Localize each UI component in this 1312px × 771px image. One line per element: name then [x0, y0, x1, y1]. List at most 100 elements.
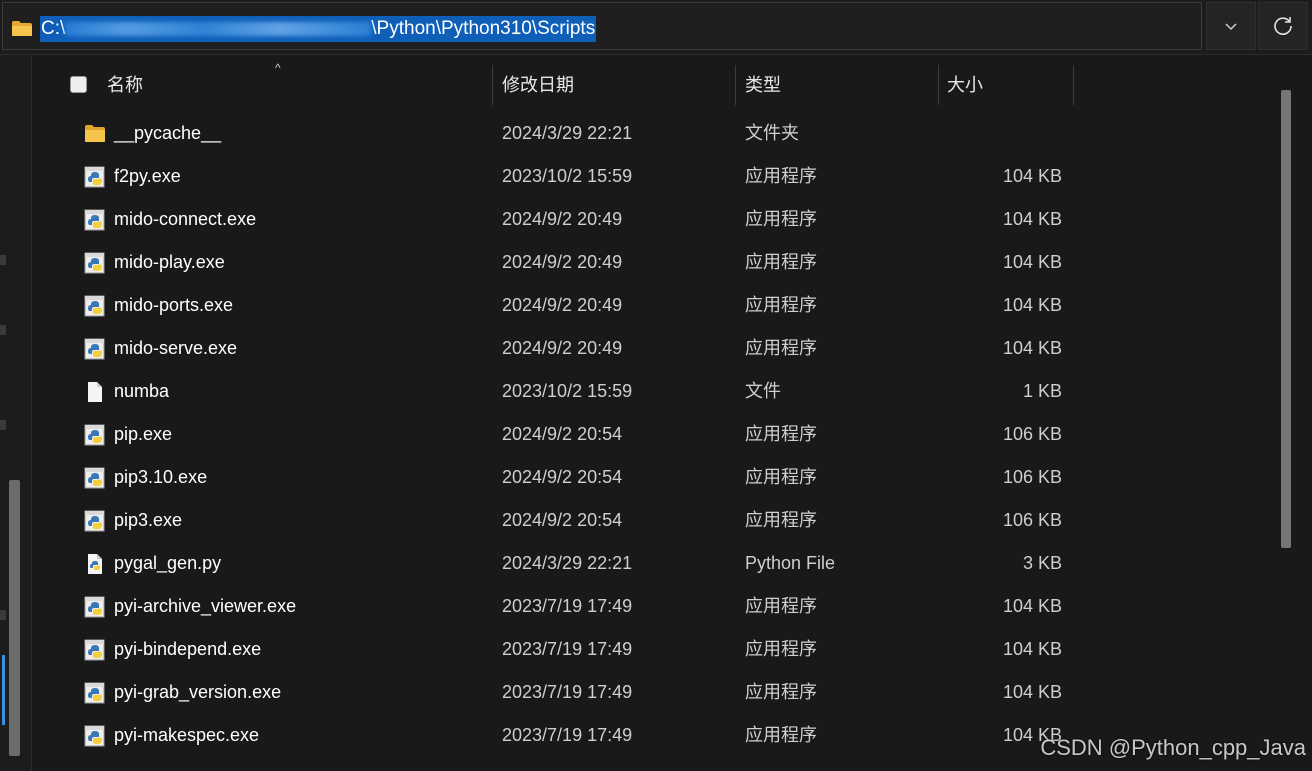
refresh-button[interactable]: [1258, 2, 1308, 50]
python-file-icon: [83, 552, 107, 576]
column-divider[interactable]: [1073, 65, 1074, 105]
refresh-icon: [1274, 17, 1292, 35]
python-exe-icon: [83, 208, 107, 232]
file-modified-date: 2024/9/2 20:54: [502, 424, 623, 444]
python-exe-icon: [83, 251, 107, 275]
file-name: __pycache__: [114, 123, 222, 143]
file-type: 应用程序: [745, 209, 817, 229]
file-modified-date: 2024/9/2 20:54: [502, 510, 623, 530]
file-modified-date: 2024/9/2 20:54: [502, 467, 623, 487]
file-modified-date: 2024/3/29 22:21: [502, 123, 633, 143]
file-type: 应用程序: [745, 467, 817, 487]
file-row[interactable]: pygal_gen.py 2024/3/29 22:21 Python File 3 …: [33, 542, 1278, 585]
python-exe-icon: [83, 423, 107, 447]
nav-pane-fragment: [0, 610, 6, 620]
column-header-name[interactable]: 名称: [107, 63, 487, 107]
file-type: 应用程序: [745, 596, 817, 616]
python-exe-icon: [83, 294, 107, 318]
file-name: pip.exe: [114, 424, 173, 444]
select-all-checkbox[interactable]: [70, 76, 87, 93]
file-name: pip3.10.exe: [114, 467, 208, 487]
file-modified-date: 2024/3/29 22:21: [502, 553, 633, 573]
address-path-selection[interactable]: C:\ \Python\Python310\Scripts: [40, 16, 597, 42]
chevron-down-icon: [1225, 22, 1237, 30]
file-name: pyi-archive_viewer.exe: [114, 596, 297, 616]
file-type: 应用程序: [745, 639, 817, 659]
column-divider[interactable]: [492, 65, 493, 105]
file-type: 应用程序: [745, 682, 817, 702]
file-type: 应用程序: [745, 295, 817, 315]
watermark: CSDN @Python_cpp_Java: [1040, 735, 1306, 760]
redacted-path-segment: [65, 21, 372, 36]
file-modified-date: 2023/7/19 17:49: [502, 639, 633, 659]
python-exe-icon: [83, 638, 107, 662]
address-input[interactable]: C:\ \Python\Python310\Scripts: [2, 2, 1202, 50]
file-name: pygal_gen.py: [114, 553, 222, 573]
file-size: 104 KB: [1002, 166, 1062, 186]
file-modified-date: 2023/10/2 15:59: [502, 381, 633, 401]
file-size: 104 KB: [1002, 639, 1062, 659]
file-type: 文件夹: [745, 123, 799, 143]
file-explorer-window: C:\ \Python\Python310\Scripts ^ 名称 修改日期 …: [0, 0, 1312, 771]
file-size: 3 KB: [1022, 553, 1062, 573]
file-row[interactable]: mido-play.exe 2024/9/2 20:49 应用程序 104 KB: [33, 241, 1278, 284]
nav-selection-indicator: [2, 655, 5, 725]
file-size: 104 KB: [1002, 252, 1062, 272]
column-header-size[interactable]: 大小: [947, 63, 1067, 107]
file-type: 应用程序: [745, 424, 817, 444]
python-exe-icon: [83, 337, 107, 361]
file-type: 应用程序: [745, 725, 817, 745]
file-type: 应用程序: [745, 166, 817, 186]
navigation-scrollbar-thumb[interactable]: [9, 480, 20, 756]
python-exe-icon: [83, 509, 107, 533]
file-modified-date: 2023/7/19 17:49: [502, 682, 633, 702]
python-exe-icon: [83, 724, 107, 748]
file-row[interactable]: __pycache__ 2024/3/29 22:21 文件夹: [33, 112, 1278, 155]
address-bar: C:\ \Python\Python310\Scripts: [0, 0, 1312, 55]
file-list-scrollbar-thumb[interactable]: [1281, 90, 1291, 548]
file-row[interactable]: pip.exe 2024/9/2 20:54 应用程序 106 KB: [33, 413, 1278, 456]
file-row[interactable]: numba 2023/10/2 15:59 文件 1 KB: [33, 370, 1278, 413]
column-header-date[interactable]: 修改日期: [502, 63, 732, 107]
file-row[interactable]: f2py.exe 2023/10/2 15:59 应用程序 104 KB: [33, 155, 1278, 198]
file-type: 应用程序: [745, 510, 817, 530]
address-history-dropdown-button[interactable]: [1206, 2, 1256, 50]
file-name: mido-serve.exe: [114, 338, 238, 358]
python-exe-icon: [83, 681, 107, 705]
file-list: ^ 名称 修改日期 类型 大小 __pycache__ 2024/3/29 22:…: [33, 55, 1278, 771]
file-rows: __pycache__ 2024/3/29 22:21 文件夹 f2py.exe 202…: [33, 112, 1278, 757]
column-divider[interactable]: [735, 65, 736, 105]
column-header-row: ^ 名称 修改日期 类型 大小: [33, 61, 1278, 107]
file-row[interactable]: mido-connect.exe 2024/9/2 20:49 应用程序 104 KB: [33, 198, 1278, 241]
file-size: 104 KB: [1002, 682, 1062, 702]
column-divider[interactable]: [938, 65, 939, 105]
file-modified-date: 2024/9/2 20:49: [502, 252, 623, 272]
column-header-type[interactable]: 类型: [745, 63, 935, 107]
file-row[interactable]: pip3.10.exe 2024/9/2 20:54 应用程序 106 KB: [33, 456, 1278, 499]
file-size: 104 KB: [1002, 209, 1062, 229]
file-modified-date: 2023/7/19 17:49: [502, 596, 633, 616]
file-row[interactable]: pyi-archive_viewer.exe 2023/7/19 17:49 应用程…: [33, 585, 1278, 628]
file-list-scrollbar[interactable]: [1278, 55, 1312, 771]
file-modified-date: 2023/10/2 15:59: [502, 166, 633, 186]
file-type: 文件: [745, 381, 781, 401]
folder-icon: [83, 122, 107, 146]
file-row[interactable]: pyi-bindepend.exe 2023/7/19 17:49 应用程序 104 …: [33, 628, 1278, 671]
folder-icon: [12, 21, 32, 36]
file-size: 104 KB: [1002, 596, 1062, 616]
file-row[interactable]: pyi-grab_version.exe 2023/7/19 17:49 应用程序 1…: [33, 671, 1278, 714]
python-exe-icon: [83, 165, 107, 189]
python-exe-icon: [83, 466, 107, 490]
file-size: 106 KB: [1002, 424, 1062, 444]
file-row[interactable]: pip3.exe 2024/9/2 20:54 应用程序 106 KB: [33, 499, 1278, 542]
file-type: 应用程序: [745, 252, 817, 272]
file-name: pyi-grab_version.exe: [114, 682, 282, 702]
python-exe-icon: [83, 595, 107, 619]
file-name: mido-connect.exe: [114, 209, 257, 229]
file-type: 应用程序: [745, 338, 817, 358]
navigation-pane: [0, 55, 32, 771]
file-name: mido-ports.exe: [114, 295, 234, 315]
file-row[interactable]: mido-serve.exe 2024/9/2 20:49 应用程序 104 KB: [33, 327, 1278, 370]
nav-pane-fragment: [0, 255, 6, 265]
file-row[interactable]: mido-ports.exe 2024/9/2 20:49 应用程序 104 KB: [33, 284, 1278, 327]
